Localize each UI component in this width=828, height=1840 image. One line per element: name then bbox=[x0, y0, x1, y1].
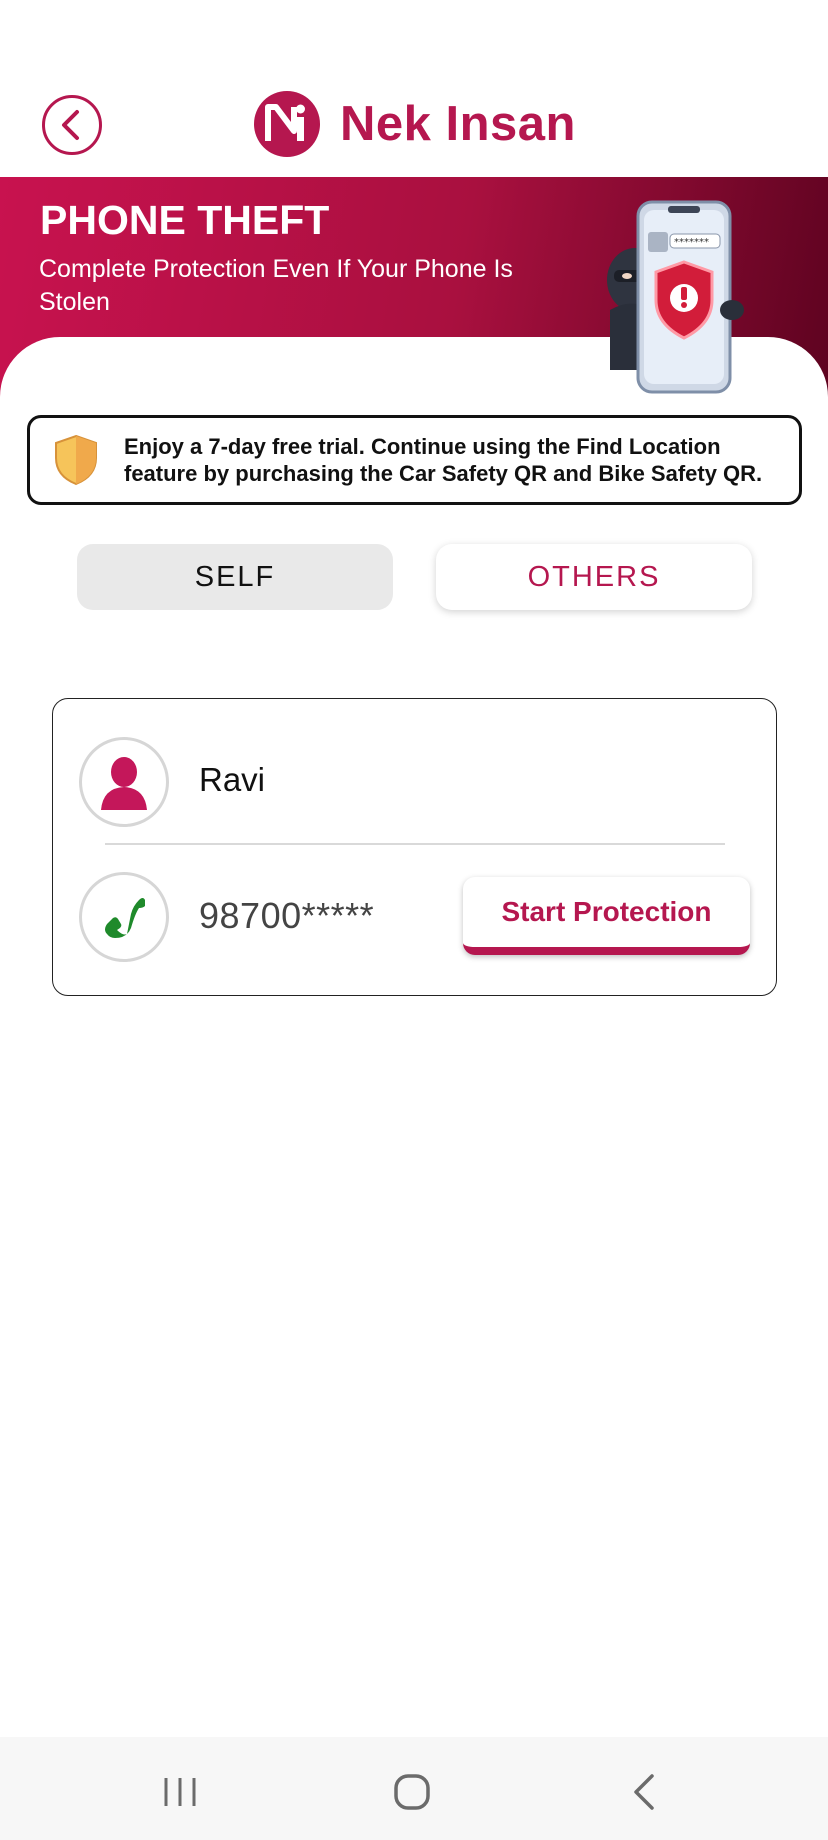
banner-title: PHONE THEFT bbox=[40, 197, 330, 243]
shield-icon bbox=[55, 434, 97, 486]
brand-name: Nek Insan bbox=[340, 97, 576, 151]
home-icon bbox=[394, 1774, 430, 1810]
user-name: Ravi bbox=[199, 761, 266, 798]
phone-icon bbox=[105, 898, 145, 938]
notice-text: Enjoy a 7-day free trial. Continue using… bbox=[124, 434, 763, 486]
person-icon bbox=[101, 757, 147, 810]
chevron-left-icon bbox=[62, 110, 79, 140]
free-trial-notice: Enjoy a 7-day free trial. Continue using… bbox=[27, 415, 802, 505]
nav-back-button[interactable] bbox=[615, 1767, 675, 1817]
back-icon bbox=[634, 1774, 654, 1810]
tab-self-label: SELF bbox=[194, 560, 276, 593]
thief-with-phone-shield-illustration: ******* bbox=[607, 200, 744, 394]
recents-button[interactable] bbox=[150, 1767, 210, 1817]
svg-text:*******: ******* bbox=[674, 237, 709, 248]
system-nav-bar bbox=[0, 1737, 828, 1840]
tab-self[interactable]: SELF bbox=[77, 544, 393, 610]
protection-card: Ravi 98700***** Start Protection bbox=[52, 698, 777, 996]
start-protection-button[interactable]: Start Protection bbox=[463, 877, 750, 955]
phone-number: 98700***** bbox=[199, 895, 375, 936]
card-divider bbox=[105, 843, 725, 845]
back-button[interactable] bbox=[42, 95, 102, 155]
tab-others[interactable]: OTHERS bbox=[436, 544, 752, 610]
app-header: Nek Insan bbox=[0, 0, 828, 177]
recents-icon bbox=[164, 1778, 196, 1806]
avatar bbox=[79, 737, 169, 827]
phone-avatar bbox=[79, 872, 169, 962]
banner-subtitle: Complete Protection Even If Your Phone I… bbox=[39, 255, 513, 316]
tab-others-label: OTHERS bbox=[527, 560, 661, 593]
logo-mark bbox=[254, 91, 320, 157]
brand-logo: Nek Insan bbox=[254, 90, 576, 158]
home-button[interactable] bbox=[382, 1767, 442, 1817]
